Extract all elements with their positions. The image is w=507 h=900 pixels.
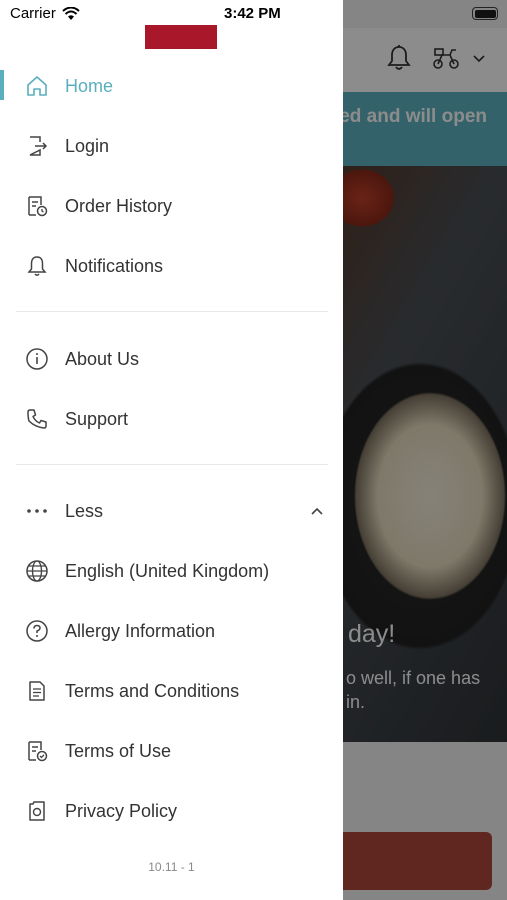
menu-divider	[16, 311, 328, 312]
menu-item-label: About Us	[65, 348, 140, 369]
menu-item-label: Terms of Use	[65, 740, 172, 761]
menu-item-support[interactable]: Support	[0, 397, 343, 441]
menu-item-notifications[interactable]: Notifications	[0, 244, 343, 288]
menu-item-login[interactable]: Login	[0, 124, 343, 168]
question-icon	[24, 618, 50, 644]
menu-item-terms-and-conditions[interactable]: Terms and Conditions	[0, 669, 343, 713]
menu-item-language[interactable]: English (United Kingdom)	[0, 549, 343, 593]
menu-item-order-history[interactable]: Order History	[0, 184, 343, 228]
document-icon	[24, 678, 50, 704]
info-icon	[24, 346, 50, 372]
menu-item-label: Login	[65, 135, 110, 156]
menu-divider	[16, 464, 328, 465]
menu-toggle-less[interactable]: Less	[0, 489, 343, 533]
status-time: 3:42 PM	[224, 5, 281, 22]
chevron-up-icon	[309, 503, 325, 519]
privacy-icon	[24, 798, 50, 824]
home-icon	[24, 73, 50, 99]
menu-item-label: Home	[65, 75, 114, 96]
app-version: 10.11 - 1	[148, 860, 195, 874]
menu-item-label: Privacy Policy	[65, 800, 178, 821]
document-check-icon	[24, 738, 50, 764]
menu-item-privacy-policy[interactable]: Privacy Policy	[0, 789, 343, 833]
bell-icon	[24, 253, 50, 279]
menu-item-terms-of-use[interactable]: Terms of Use	[0, 729, 343, 773]
order-history-icon	[24, 193, 50, 219]
menu-item-home[interactable]: Home	[0, 64, 343, 108]
menu-item-allergy-information[interactable]: Allergy Information	[0, 609, 343, 653]
navigation-drawer: Home Login Order History Notifications A…	[0, 0, 343, 900]
menu-item-about-us[interactable]: About Us	[0, 337, 343, 381]
wifi-icon	[62, 6, 80, 21]
carrier-label: Carrier	[10, 5, 56, 22]
menu-item-label: English (United Kingdom)	[65, 560, 270, 581]
status-carrier: Carrier	[10, 5, 80, 22]
battery-icon	[472, 7, 498, 20]
login-icon	[24, 133, 50, 159]
menu-item-label: Support	[65, 408, 129, 429]
menu-item-label: Terms and Conditions	[65, 680, 240, 701]
menu-item-label: Order History	[65, 195, 173, 216]
more-dots-icon	[24, 498, 50, 524]
menu-item-label: Allergy Information	[65, 620, 216, 641]
menu-item-label: Less	[65, 500, 104, 521]
menu-item-label: Notifications	[65, 255, 164, 276]
phone-icon	[24, 406, 50, 432]
globe-icon	[24, 558, 50, 584]
brand-logo	[145, 25, 217, 49]
